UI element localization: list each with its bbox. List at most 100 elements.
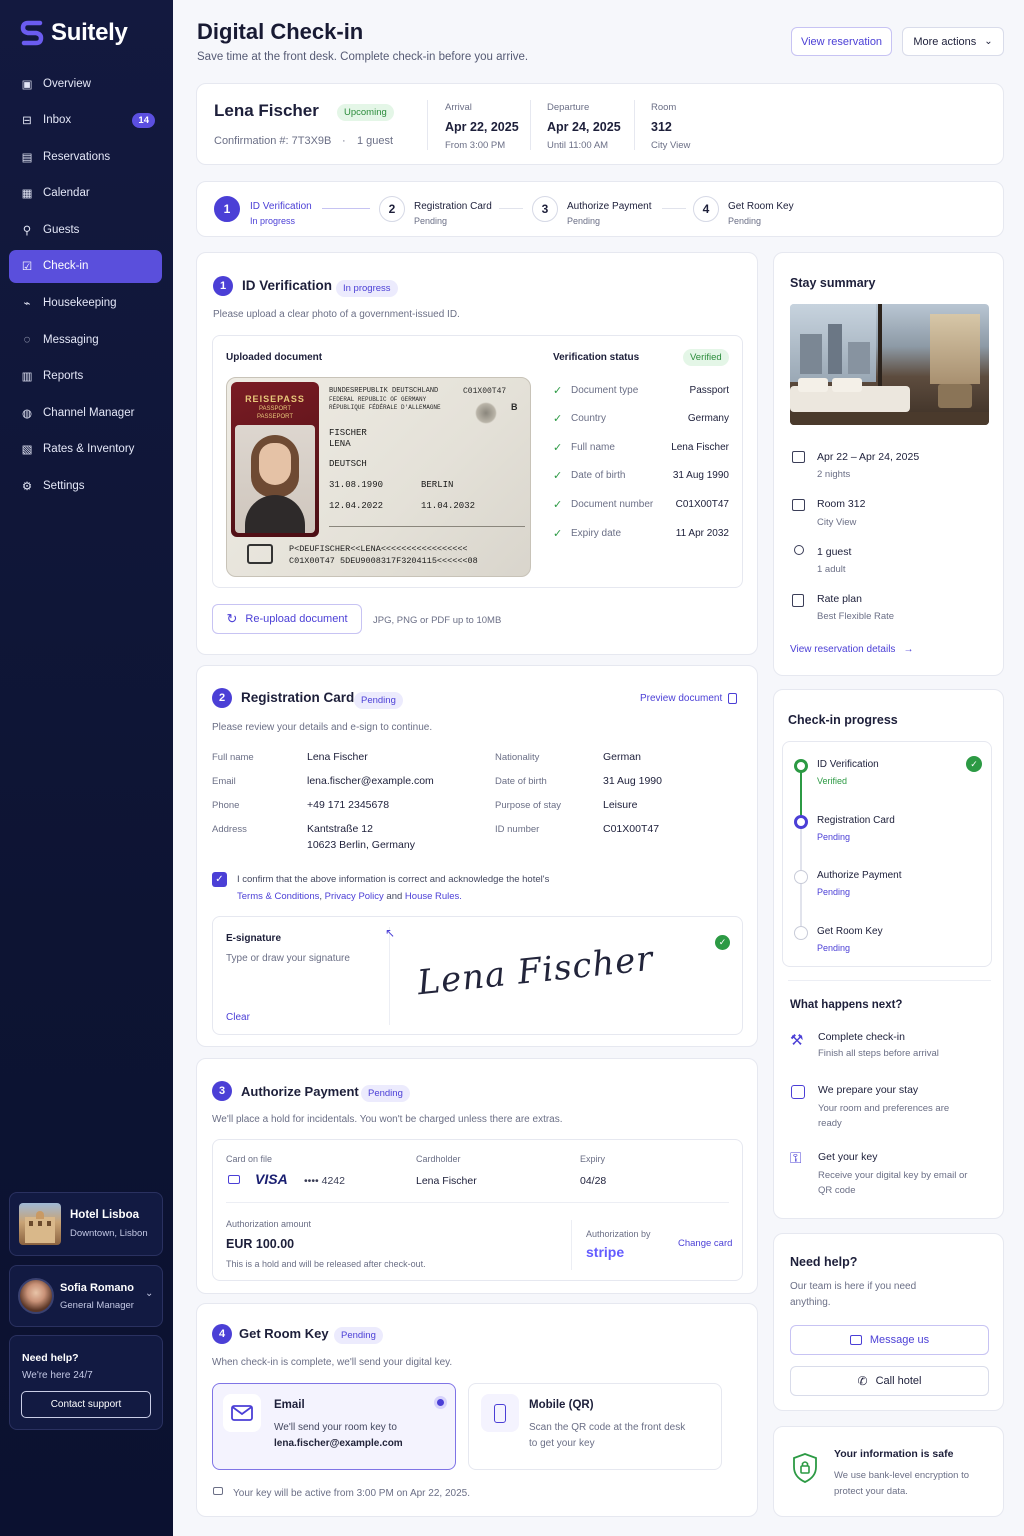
credit-card-icon [228,1175,240,1184]
esignature-divider [389,927,390,1025]
chat-icon [849,1335,862,1345]
bullet-separator: · [342,135,346,147]
chevron-down-icon[interactable]: ⌄ [145,1288,153,1299]
section-title: Authorize Payment [241,1084,359,1099]
sidebar-item-rates-inventory[interactable]: ▧ Rates & Inventory [9,433,162,466]
key-active-note: Your key will be active from 3:00 PM on … [233,1488,470,1499]
passport-given-name: LENA [329,439,351,449]
reupload-label: Re-upload document [245,613,348,625]
sidebar-item-messaging[interactable]: ◌ Messaging [9,323,162,356]
hotel-card[interactable]: Hotel Lisboa Downtown, Lisbon [9,1192,163,1256]
sidebar-item-housekeeping[interactable]: ⌁ Housekeeping [9,287,162,320]
mail-icon [223,1394,261,1432]
verification-check-row: ✓ Country Germany [553,410,729,428]
hotel-location: Downtown, Lisbon [70,1228,148,1239]
terms-link[interactable]: Terms & Conditions [237,891,319,902]
signature-verified-icon: ✓ [715,935,730,950]
sidebar-item-check-in[interactable]: ☑ Check-in [9,249,162,283]
step-2-title[interactable]: Registration Card [414,201,492,212]
sidebar-item-inbox[interactable]: ⊟ Inbox 14 [9,104,162,137]
sidebar-item-label: Inbox [43,114,72,127]
email-key-option[interactable]: Email We'll send your room key to lena.f… [212,1383,456,1470]
stay-nights: 2 nights [817,469,851,480]
sidebar-item-guests[interactable]: ⚲ Guests [9,213,162,246]
checkin-progress-card: Check-in progress ID Verification Verifie… [773,689,1004,1219]
sidebar-item-label: Reports [43,370,84,383]
uploaded-document-label: Uploaded document [226,352,323,363]
cardholder-name: Lena Fischer [416,1175,477,1187]
next-step-2-desc: Your room and preferences are ready [818,1103,950,1129]
verified-badge: Verified [683,349,729,366]
selected-radio[interactable] [434,1396,447,1409]
status-badge: Pending [361,1085,410,1102]
card-on-file-label: Card on file [226,1154,273,1164]
field-value: +49 171 2345678 [307,799,390,811]
passport-dob: 31.08.1990 [329,480,384,490]
verification-check-row: ✓ Document type Passport [553,381,729,399]
eagle-emblem-icon [475,402,497,424]
field-label: Phone [212,800,240,811]
step-2-number[interactable]: 2 [379,196,405,222]
view-reservation-button[interactable]: View reservation [791,27,892,56]
gear-icon: ⚙ [21,481,33,494]
call-hotel-button[interactable]: ✆ Call hotel [790,1366,989,1396]
arrival-label: Arrival [445,102,472,113]
check-label: Expiry date [571,527,622,539]
brand-logo[interactable]: Suitely [20,18,128,48]
sidebar-item-overview[interactable]: ▣ Overview [9,67,162,100]
reupload-document-button[interactable]: ↻ Re-upload document [212,604,362,634]
check-value: Passport [689,384,729,396]
status-badge: Pending [334,1327,383,1344]
security-desc: We use bank-level encryption to protect … [834,1470,970,1497]
step-4-title[interactable]: Get Room Key [728,201,794,212]
user-card[interactable]: Sofia Romano General Manager ⌄ [9,1265,163,1327]
step-4-number[interactable]: 4 [693,196,719,222]
sidebar-item-reports[interactable]: ▥ Reports [9,360,162,393]
id-verification-section: 1 ID Verification In progress Please upl… [196,252,758,655]
room-type: City View [651,140,691,151]
passport-signature-line [329,526,525,527]
more-actions-button[interactable]: More actions ⌄ [902,27,1004,56]
house-rules-link[interactable]: House Rules. [405,891,462,902]
user-icon: ⚲ [22,224,32,237]
step-3-number[interactable]: 3 [532,196,558,222]
summary-room: Room 312 [817,498,866,510]
contact-support-button[interactable]: Contact support [21,1391,151,1418]
check-icon: ✓ [553,527,563,540]
mobile-key-option[interactable]: Mobile (QR) Scan the QR code at the fron… [468,1383,722,1470]
hotel-name: Hotel Lisboa [70,1209,140,1221]
view-reservation-details-link[interactable]: View reservation details → [790,644,913,655]
step-1-title[interactable]: ID Verification [250,201,312,212]
sidebar-item-settings[interactable]: ⚙ Settings [9,470,162,503]
stepper: 1 ID Verification In progress 2 Registra… [196,181,1004,237]
sidebar-item-reservations[interactable]: ▤ Reservations [9,140,162,173]
need-help-card: Need help? Our team is here if you need … [773,1233,1004,1411]
esignature-hint: Type or draw your signature [226,953,350,964]
privacy-link[interactable]: Privacy Policy [325,891,384,902]
message-us-button[interactable]: Message us [790,1325,989,1355]
mobile-option-desc1: Scan the QR code at the front desk [529,1422,686,1433]
room-photo [790,304,989,425]
passport-place: BERLIN [421,480,454,490]
signature-pad[interactable]: Lena Fischer [393,927,693,1027]
summary-guests: 1 guest [817,546,852,558]
passport-cover-sub2: PASSEPORT [256,414,294,420]
clear-signature-button[interactable]: Clear [226,1012,250,1023]
step-1-number[interactable]: 1 [214,196,240,222]
consent-checkbox[interactable]: ✓ [212,872,227,887]
guest-summary-card: Lena Fischer Upcoming Confirmation #: 7T… [196,83,1004,165]
departure-label: Departure [547,102,590,113]
brand-name: Suitely [51,19,128,46]
change-card-link[interactable]: Change card [678,1238,732,1249]
divider [226,1202,729,1203]
check-label: Country [571,413,607,425]
sidebar: Suitely ▣ Overview ⊟ Inbox 14 ▤ Reservations ▦ C… [0,0,173,1536]
sidebar-item-channel-manager[interactable]: ◍ Channel Manager [9,396,162,429]
section-description: We'll place a hold for incidentals. You … [212,1114,563,1125]
sidebar-item-label: Channel Manager [43,406,135,419]
view-details-label: View reservation details [790,644,896,655]
esignature-panel: E-signature Type or draw your signature … [212,916,743,1035]
sidebar-item-calendar[interactable]: ▦ Calendar [9,177,162,210]
preview-document-link[interactable]: Preview document [640,693,738,704]
step-3-title[interactable]: Authorize Payment [567,201,652,212]
